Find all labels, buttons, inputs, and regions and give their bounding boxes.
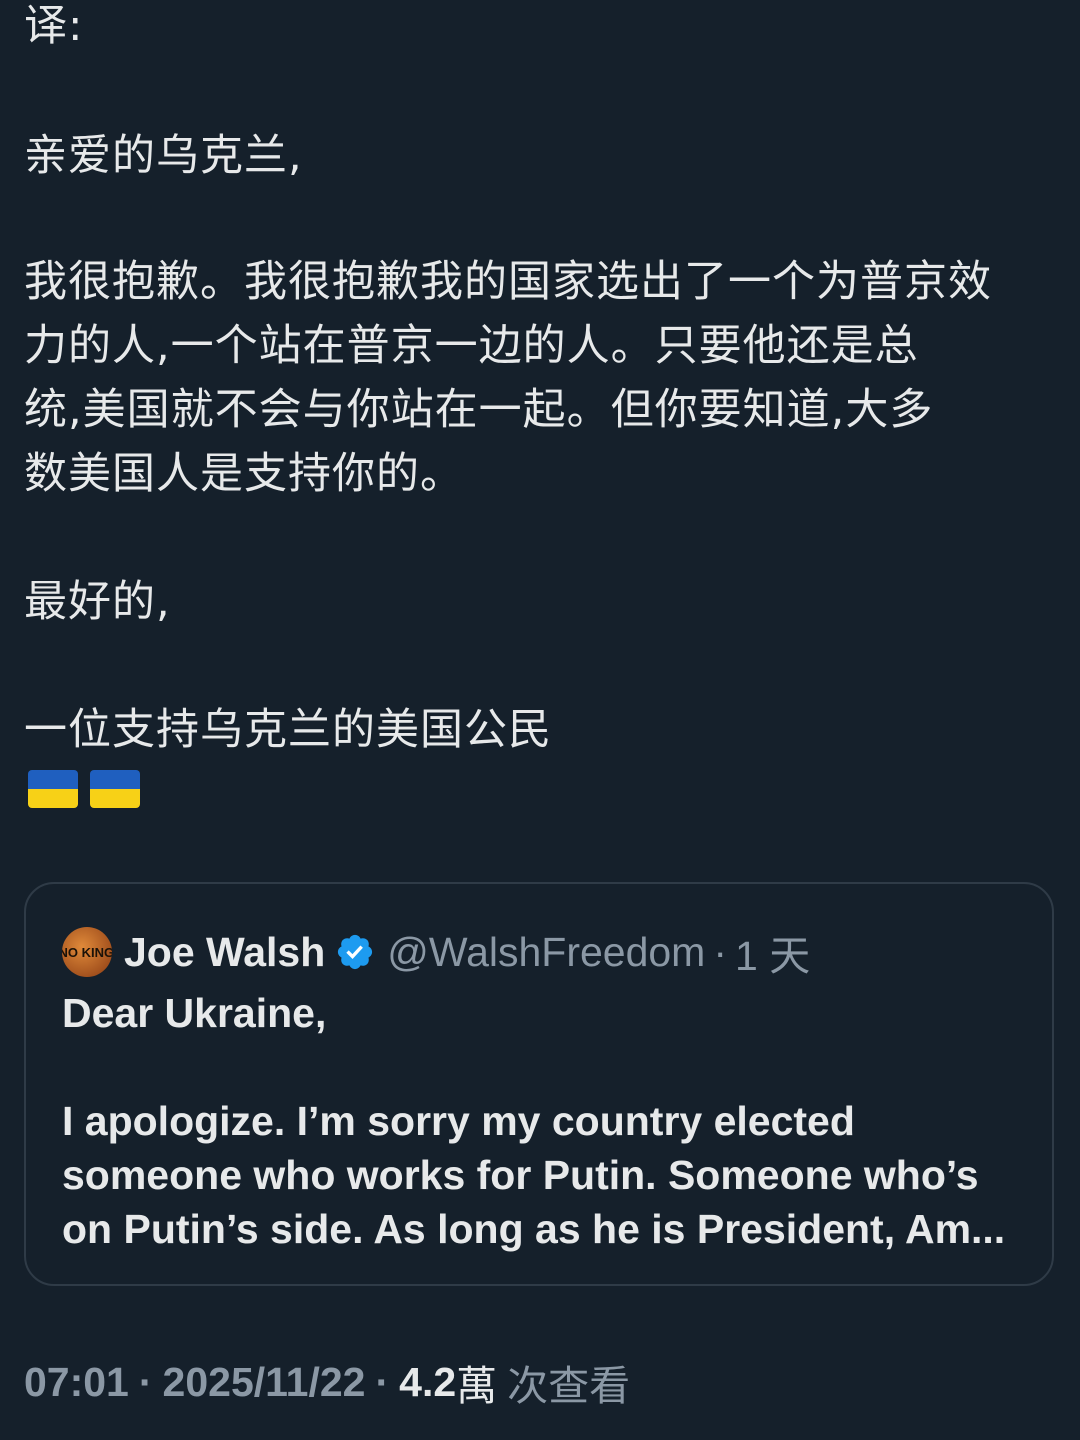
quoted-post-line: Dear Ukraine, [62, 990, 327, 1036]
flag-emojis [28, 770, 140, 808]
quoted-post-line: someone who works for Putin. Someone who… [62, 1152, 979, 1198]
post-greeting: 亲爱的乌克兰, [24, 131, 303, 181]
quoted-post-line: on Putin’s side. As long as he is Presid… [62, 1206, 1006, 1252]
quoted-post-header: #NO KINGS Joe Walsh @WalshFreedom · 1 天 [62, 922, 810, 982]
post-message-line: 力的人,一个站在普京一边的人。只要他还是总 [24, 321, 919, 371]
views-label: 次查看 [507, 1363, 631, 1409]
quoted-post-card[interactable]: #NO KINGS Joe Walsh @WalshFreedom · 1 天 … [24, 882, 1054, 1286]
views-count: 4.2 [399, 1358, 457, 1405]
quoted-post-blank-line [62, 1040, 1042, 1094]
quoted-post-line: I apologize. I’m sorry my country electe… [62, 1098, 855, 1144]
quoted-post-text: Dear Ukraine, I apologize. I’m sorry my … [62, 986, 1042, 1256]
translation-label: 译: [24, 1, 84, 51]
header-separator: · [713, 928, 727, 975]
post-time-ago[interactable]: 1 天 [735, 922, 810, 982]
post-message-line: 我很抱歉。我很抱歉我的国家选出了一个为普京效 [24, 257, 992, 307]
meta-separator: · [375, 1358, 390, 1405]
post-time[interactable]: 07:01 [24, 1359, 129, 1406]
verified-badge-icon [338, 934, 373, 970]
author-handle[interactable]: @WalshFreedom [387, 929, 705, 976]
post-closing: 最好的, [24, 577, 171, 627]
author-name[interactable]: Joe Walsh [124, 929, 325, 976]
avatar[interactable]: #NO KINGS [62, 927, 112, 977]
post-message-line: 统,美国就不会与你站在一起。但你要知道,大多 [24, 385, 934, 435]
post-message: 我很抱歉。我很抱歉我的国家选出了一个为普京效 力的人,一个站在普京一边的人。只要… [24, 250, 1064, 506]
post-signature: 一位支持乌克兰的美国公民 [24, 705, 552, 755]
ukraine-flag-icon [28, 770, 78, 808]
post-date[interactable]: 2025/11/22 [163, 1359, 366, 1406]
ukraine-flag-icon [90, 770, 140, 808]
views-unit: 萬 [456, 1363, 498, 1409]
post-message-line: 数美国人是支持你的。 [24, 449, 464, 499]
meta-separator: · [138, 1358, 153, 1405]
post-meta: 07:01 · 2025/11/22 · 4.2 萬 次查看 [24, 1352, 630, 1412]
